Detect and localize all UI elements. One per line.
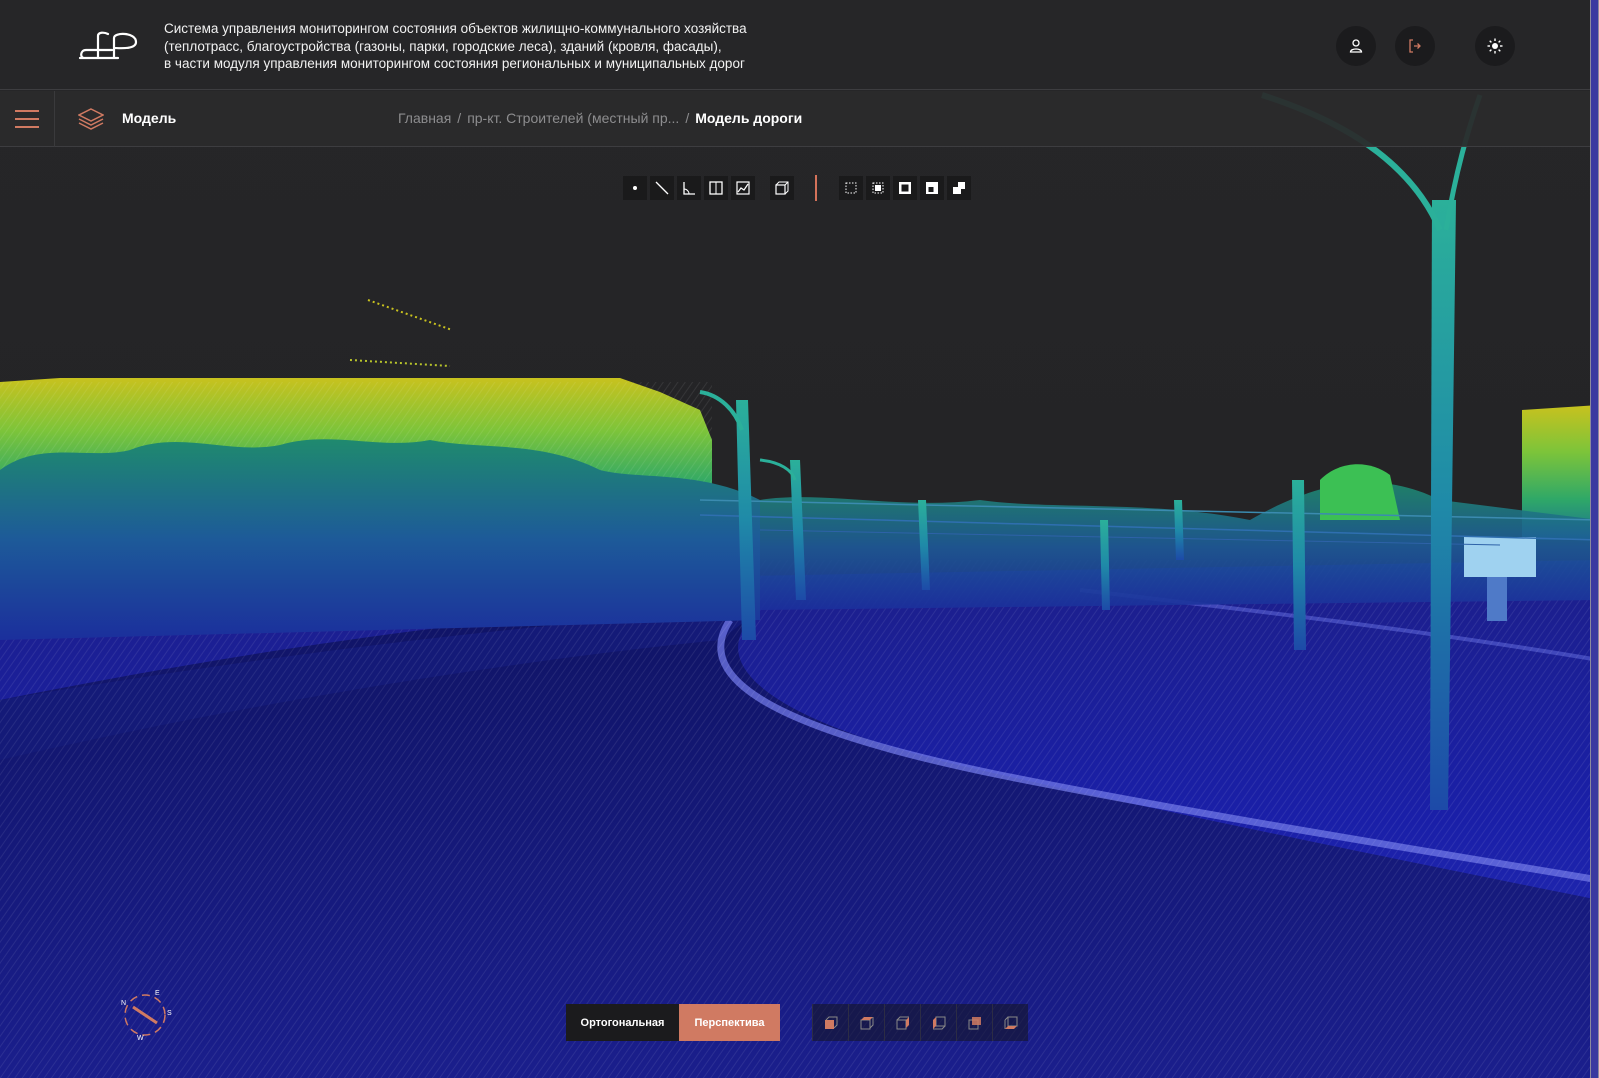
select-inside-button[interactable] <box>866 176 890 200</box>
user-button[interactable] <box>1336 26 1376 66</box>
height-profile-button[interactable] <box>731 176 755 200</box>
angle-icon <box>683 182 695 195</box>
user-icon <box>1349 39 1363 53</box>
select-highlight-button[interactable] <box>920 176 944 200</box>
projection-toggle: Ортогональная Перспектива <box>566 1004 780 1041</box>
hamburger-icon <box>15 110 39 128</box>
app-header: Система управления мониторингом состояни… <box>0 0 1590 90</box>
back-view-button[interactable] <box>956 1004 992 1041</box>
area-icon <box>709 181 723 195</box>
point-cloud-scene[interactable] <box>0 0 1599 1078</box>
theme-toggle-button[interactable] <box>1475 26 1515 66</box>
menu-button[interactable] <box>0 91 55 147</box>
right-view-icon <box>896 1016 909 1029</box>
layers-icon <box>78 108 104 130</box>
bottom-view-icon <box>1004 1016 1017 1029</box>
perspective-button[interactable]: Перспектива <box>679 1004 780 1041</box>
point-cloud-viewport[interactable] <box>0 0 1599 1078</box>
compass-label-s: S <box>167 1010 172 1017</box>
height-profile-icon <box>736 181 750 195</box>
orthographic-button[interactable]: Ортогональная <box>566 1004 679 1041</box>
select-outside-button[interactable] <box>893 176 917 200</box>
compass-label-n: N <box>121 1000 126 1007</box>
distance-icon <box>655 181 669 195</box>
compass-icon[interactable]: N E S W <box>115 985 175 1045</box>
angle-measure-button[interactable] <box>677 176 701 200</box>
breadcrumb-home[interactable]: Главная <box>398 110 451 126</box>
logout-button[interactable] <box>1395 26 1435 66</box>
select-none-icon <box>845 182 857 194</box>
left-view-icon <box>932 1016 945 1029</box>
clip-volume-icon <box>775 181 789 195</box>
section-title: Модель <box>122 110 177 126</box>
select-highlight-icon <box>926 182 938 194</box>
app-root: Система управления мониторингом состояни… <box>0 0 1599 1078</box>
breadcrumb-separator: / <box>457 110 462 126</box>
view-presets <box>812 1004 1028 1041</box>
bottom-view-button[interactable] <box>992 1004 1028 1041</box>
measurement-toolbar <box>623 175 974 201</box>
back-view-icon <box>968 1016 981 1029</box>
breadcrumb-separator: / <box>685 110 690 126</box>
point-icon <box>633 186 637 190</box>
app-title-line-1: Система управления мониторингом состояни… <box>164 21 747 36</box>
front-view-button[interactable] <box>812 1004 848 1041</box>
toolbar-divider <box>815 175 817 201</box>
breadcrumb-parent[interactable]: пр-кт. Строителей (местный пр... <box>467 110 679 126</box>
sun-icon <box>1487 38 1503 54</box>
area-measure-button[interactable] <box>704 176 728 200</box>
top-view-icon <box>860 1016 873 1029</box>
scrollbar-thumb[interactable] <box>1591 0 1598 1078</box>
app-title: Система управления мониторингом состояни… <box>164 20 864 73</box>
breadcrumb: Главная / пр-кт. Строителей (местный пр...… <box>398 110 802 126</box>
select-none-button[interactable] <box>839 176 863 200</box>
app-title-line-3: в части модуля управления мониторингом с… <box>164 56 745 71</box>
select-remove-button[interactable] <box>947 176 971 200</box>
clip-volume-button[interactable] <box>770 176 794 200</box>
compass-label-e: E <box>155 990 160 997</box>
app-title-line-2: (теплотрасс, благоустройства (газоны, па… <box>164 38 722 54</box>
breadcrumb-current: Модель дороги <box>695 110 803 126</box>
select-inside-icon <box>872 182 884 194</box>
right-view-button[interactable] <box>884 1004 920 1041</box>
compass-label-w: W <box>137 1035 144 1042</box>
distance-measure-button[interactable] <box>650 176 674 200</box>
point-measure-button[interactable] <box>623 176 647 200</box>
logout-icon <box>1409 39 1421 53</box>
sub-header: Модель Главная / пр-кт. Строителей (местны… <box>0 91 1590 147</box>
app-logo[interactable] <box>78 28 140 64</box>
left-view-button[interactable] <box>920 1004 956 1041</box>
top-view-button[interactable] <box>848 1004 884 1041</box>
select-outside-icon <box>899 182 911 194</box>
front-view-icon <box>824 1016 837 1029</box>
select-remove-icon <box>953 182 965 194</box>
